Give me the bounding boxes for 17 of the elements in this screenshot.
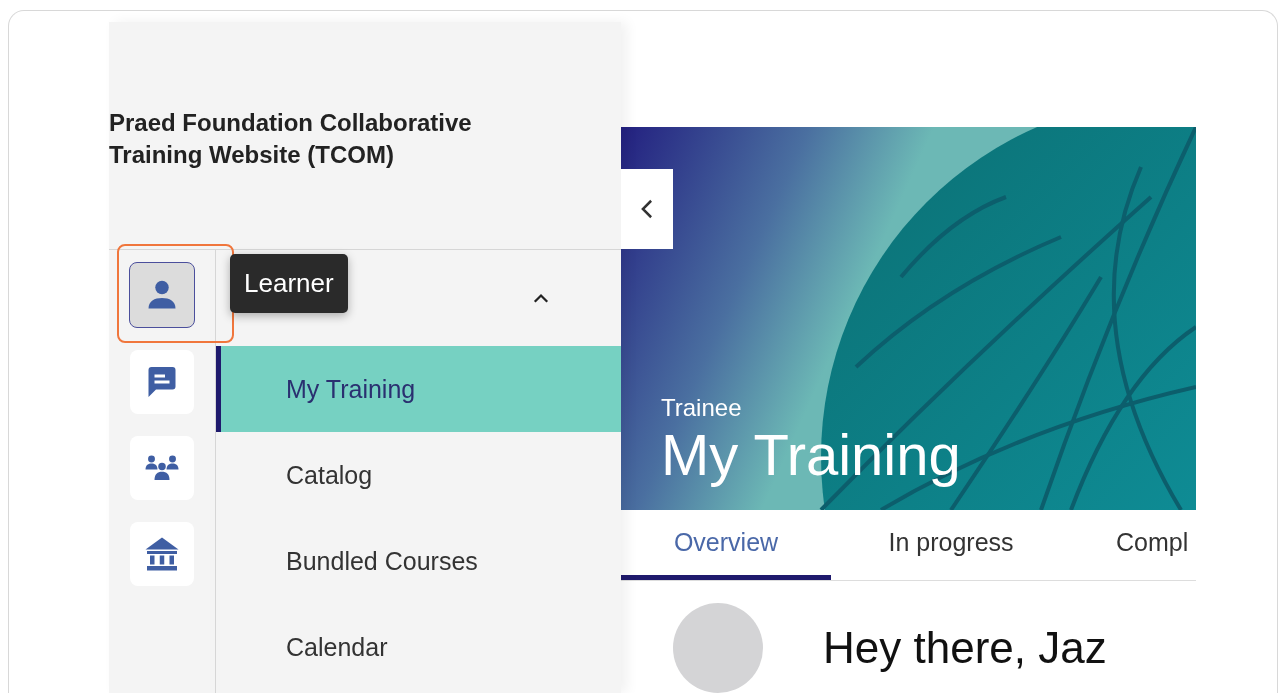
bank-button[interactable] [130, 522, 194, 586]
greeting: Hey there, Jaz [823, 623, 1107, 673]
menu-item[interactable]: My Training [216, 346, 621, 432]
person-button[interactable] [129, 262, 195, 328]
group-button[interactable] [130, 436, 194, 500]
menu-item[interactable]: Bundled Courses [216, 518, 621, 604]
bank-icon [144, 536, 180, 572]
menu-item[interactable]: Calendar [216, 604, 621, 690]
banner-title: My Training [661, 422, 961, 488]
tab[interactable]: In progress [831, 510, 1071, 580]
tooltip: Learner [230, 254, 348, 313]
site-title: Praed Foundation Collaborative Training Website (TCOM) [109, 108, 473, 170]
tab[interactable]: Overview [621, 510, 831, 580]
chat-button[interactable] [130, 350, 194, 414]
tab[interactable]: Compl [1071, 510, 1196, 580]
banner-eyebrow: Trainee [661, 394, 743, 422]
menu-item[interactable]: Catalog [216, 432, 621, 518]
